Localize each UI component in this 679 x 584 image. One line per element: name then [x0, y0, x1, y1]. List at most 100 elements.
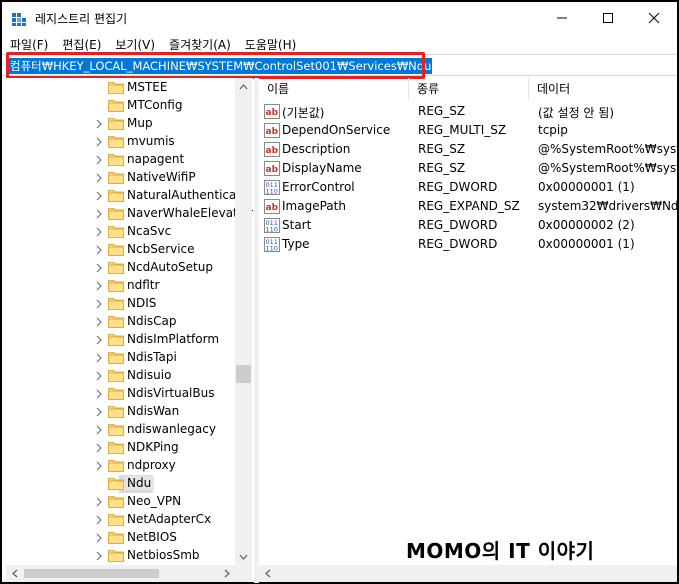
tree-item[interactable]: NdisVirtualBus	[6, 385, 238, 403]
chevron-right-icon[interactable]	[94, 317, 104, 327]
chevron-right-icon[interactable]	[94, 173, 104, 183]
chevron-right-icon[interactable]	[94, 353, 104, 363]
value-type: REG_SZ	[418, 104, 466, 118]
chevron-right-icon[interactable]	[94, 407, 104, 417]
tree-item[interactable]: NativeWifiP	[6, 169, 238, 187]
folder-icon	[108, 532, 124, 544]
value-row[interactable]: ab (기본값) REG_SZ (값 설정 안 됨)	[259, 102, 677, 121]
scroll-down-button[interactable]	[235, 548, 252, 565]
chevron-right-icon[interactable]	[94, 299, 104, 309]
value-type: REG_SZ	[418, 142, 466, 156]
chevron-right-icon[interactable]	[94, 551, 104, 561]
chevron-right-icon[interactable]	[94, 497, 104, 507]
chevron-right-icon[interactable]	[94, 263, 104, 273]
binary-value-icon: 011110	[264, 218, 280, 233]
tree-item[interactable]: NcaSvc	[6, 223, 238, 241]
string-value-icon: ab	[264, 161, 280, 176]
tree-item[interactable]: NcbService	[6, 241, 238, 259]
value-row[interactable]: ab ImagePath REG_EXPAND_SZ system32₩drivers…	[259, 197, 677, 216]
tree-item[interactable]: NdisCap	[6, 313, 238, 331]
chevron-right-icon[interactable]	[94, 533, 104, 543]
registry-key-tree[interactable]: MSTEE MTConfig Mup mvumis napagent NativeWifi…	[6, 78, 253, 565]
chevron-right-icon[interactable]	[94, 281, 104, 291]
tree-horizontal-scrollbar[interactable]	[6, 565, 235, 582]
value-row[interactable]: abDescription REG_SZ @%SystemRoot%₩system	[259, 140, 677, 159]
tree-item-label: ndproxy	[127, 458, 176, 472]
tree-item[interactable]: Neo_VPN	[6, 493, 238, 511]
chevron-right-icon[interactable]	[94, 335, 104, 345]
tree-item[interactable]: NcdAutoSetup	[6, 259, 238, 277]
menu-favorites[interactable]: 즐겨찾기(A)	[169, 36, 231, 53]
close-button[interactable]	[631, 2, 677, 34]
scroll-thumb[interactable]	[24, 569, 159, 578]
tree-item[interactable]: NetbiosSmb	[6, 547, 238, 565]
registry-editor-window: 레지스트리 편집기 파일(F) 편집(E) 보기(V) 즐겨찾기(A) 도움말(…	[0, 0, 679, 584]
tree-item[interactable]: NaverWhaleElevation	[6, 205, 253, 223]
chevron-right-icon[interactable]	[94, 227, 104, 237]
scroll-left-button[interactable]	[6, 565, 23, 582]
registry-values-list[interactable]: 이름 종류 데이터 ab (기본값) REG_SZ (값 설정 안 됨) ab Depen…	[259, 78, 677, 565]
chevron-right-icon[interactable]	[94, 515, 104, 525]
tree-item-label: NdisTapi	[127, 350, 177, 364]
menu-view[interactable]: 보기(V)	[115, 36, 155, 53]
value-row[interactable]: 011 110 Start REG_DWORD 0x00000002 (2)	[259, 216, 677, 235]
address-bar: 컴퓨터₩HKEY_LOCAL_MACHINE₩SYSTEM₩ControlSet…	[2, 52, 677, 79]
value-name: Description	[282, 142, 351, 156]
chevron-right-icon[interactable]	[94, 119, 104, 129]
tree-item[interactable]: napagent	[6, 151, 238, 169]
tree-item[interactable]: NetAdapterCx	[6, 511, 238, 529]
column-header-type[interactable]: 종류	[409, 78, 529, 100]
chevron-right-icon[interactable]	[94, 209, 104, 219]
column-header-data[interactable]: 데이터	[529, 78, 677, 100]
chevron-right-icon[interactable]	[94, 371, 104, 381]
tree-item[interactable]: Ndisuio	[6, 367, 238, 385]
title-bar[interactable]: 레지스트리 편집기	[2, 2, 677, 34]
value-row[interactable]: abDisplayName REG_SZ @%SystemRoot%₩system	[259, 159, 677, 178]
values-horizontal-scrollbar[interactable]	[259, 565, 677, 582]
value-type: REG_DWORD	[418, 237, 498, 251]
tree-item[interactable]: NaturalAuthenticatio	[6, 187, 252, 205]
menu-file[interactable]: 파일(F)	[10, 36, 48, 53]
folder-icon	[108, 460, 124, 472]
value-name: Start	[282, 218, 312, 232]
tree-item[interactable]: NdisTapi	[6, 349, 238, 367]
scroll-up-button[interactable]	[235, 78, 252, 95]
chevron-right-icon[interactable]	[94, 389, 104, 399]
chevron-right-icon[interactable]	[94, 425, 104, 435]
tree-item[interactable]: NdisImPlatform	[6, 331, 238, 349]
value-type: REG_DWORD	[418, 218, 498, 232]
tree-item[interactable]: NDIS	[6, 295, 238, 313]
chevron-right-icon[interactable]	[94, 245, 104, 255]
value-row[interactable]: 011 110 Type REG_DWORD 0x00000001 (1)	[259, 235, 677, 254]
tree-item[interactable]: NDKPing	[6, 439, 238, 457]
value-row[interactable]: 011 110 ErrorControl REG_DWORD 0x00000001 (1…	[259, 178, 677, 197]
scroll-left-button[interactable]	[259, 565, 276, 582]
chevron-right-icon[interactable]	[94, 155, 104, 165]
minimize-button[interactable]	[539, 2, 585, 34]
tree-vertical-scrollbar[interactable]	[235, 78, 252, 565]
tree-item[interactable]: MTConfig	[6, 97, 238, 115]
menu-help[interactable]: 도움말(H)	[245, 36, 297, 53]
menu-edit[interactable]: 편집(E)	[62, 36, 101, 53]
scroll-thumb[interactable]	[236, 365, 251, 383]
maximize-button[interactable]	[585, 2, 631, 34]
tree-item[interactable]: Ndu	[6, 475, 238, 493]
tree-item[interactable]: mvumis	[6, 133, 238, 151]
value-row[interactable]: ab DependOnService REG_MULTI_SZ tcpip	[259, 121, 677, 140]
scroll-right-button[interactable]	[218, 565, 235, 582]
chevron-right-icon[interactable]	[94, 137, 104, 147]
chevron-right-icon[interactable]	[94, 191, 104, 201]
tree-item[interactable]: NdisWan	[6, 403, 238, 421]
tree-item[interactable]: ndiswanlegacy	[6, 421, 238, 439]
tree-item[interactable]: Mup	[6, 115, 238, 133]
tree-item-label: NcbService	[127, 242, 195, 256]
maximize-icon	[603, 13, 613, 23]
tree-item[interactable]: ndproxy	[6, 457, 238, 475]
column-header-name[interactable]: 이름	[259, 78, 409, 100]
chevron-right-icon[interactable]	[94, 443, 104, 453]
chevron-right-icon[interactable]	[94, 461, 104, 471]
folder-icon	[108, 262, 124, 274]
tree-item[interactable]: NetBIOS	[6, 529, 238, 547]
tree-item[interactable]: MSTEE	[6, 79, 238, 97]
tree-item[interactable]: ndfltr	[6, 277, 238, 295]
